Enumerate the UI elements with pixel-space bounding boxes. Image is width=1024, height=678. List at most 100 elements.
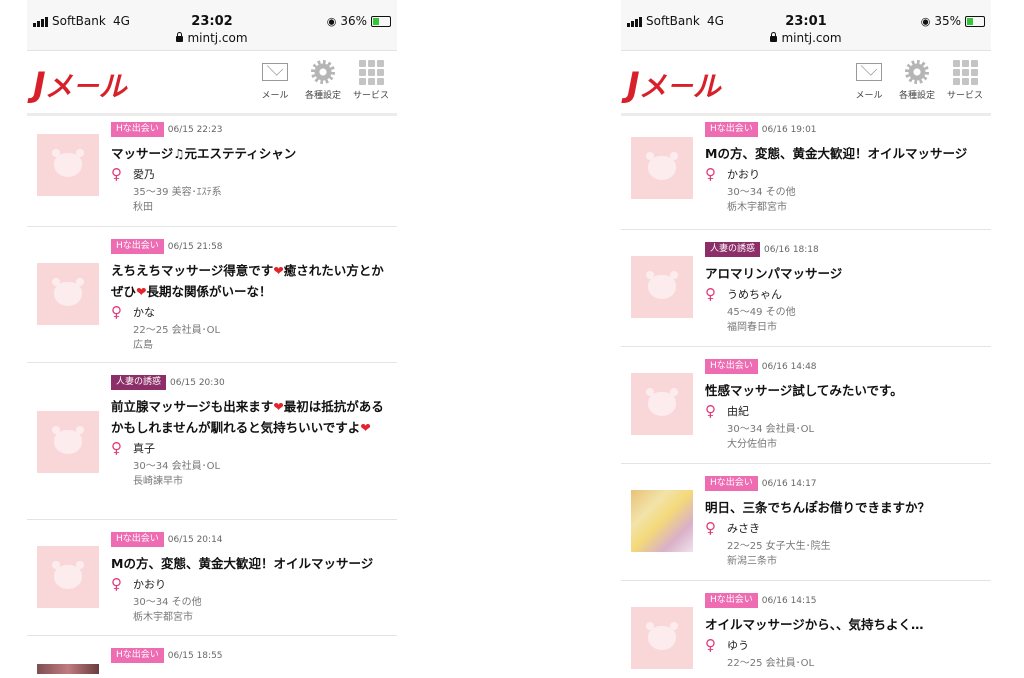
settings-button[interactable]: 各種設定	[897, 59, 937, 101]
female-icon: ♀	[705, 402, 716, 420]
status-bar: SoftBank 4G 23:02 ◉ 36% mintj.com	[27, 0, 397, 51]
status-bar: SoftBank 4G 23:01 ◉ 35% mintj.com	[621, 0, 991, 51]
post-datetime: 06/16 14:17	[761, 478, 817, 489]
mail-icon	[262, 63, 288, 81]
list-item[interactable]: Hな出会い 06/15 21:58 えちえちマッサージ得意です❤癒されたい方とかぜ…	[27, 227, 397, 363]
list-item[interactable]: 人妻の誘惑 06/15 20:30 前立腺マッサージも出来ます❤最初は抵抗があるか…	[27, 363, 397, 520]
female-icon: ♀	[111, 165, 122, 183]
user-name: うめちゃん	[727, 288, 782, 301]
user-location: 大分佐伯市	[727, 439, 777, 450]
category-badge: 人妻の誘惑	[111, 375, 167, 390]
post-title: 性感マッサージ試してみたいです。	[705, 383, 903, 398]
post-datetime: 06/16 14:15	[761, 595, 817, 606]
grid-icon	[952, 59, 978, 85]
post-list: Hな出会い 06/16 19:01 Mの方、変態、黄金大歓迎！オイルマッサージ ♀…	[621, 116, 991, 678]
post-list: Hな出会い 06/15 22:23 マッサージ♫元エステティシャン ♀ 愛乃 35〜3…	[27, 116, 397, 678]
avatar[interactable]	[631, 490, 693, 552]
lock-icon	[176, 31, 184, 42]
avatar[interactable]	[37, 546, 99, 608]
user-location: 福岡春日市	[727, 322, 777, 333]
user-age-job: 22〜25 女子大生･院生	[727, 541, 831, 552]
jmail-logo[interactable]: Jメ－ル	[33, 65, 127, 105]
female-icon: ♀	[705, 519, 716, 537]
battery-percent: 36%	[340, 14, 367, 28]
post-title: アロマリンパマッサージ	[705, 266, 843, 281]
user-age-job: 30〜34 会社員･OL	[133, 461, 221, 472]
female-icon: ♀	[111, 439, 122, 457]
post-title: 明日、三条でちんぽお借りできますか？	[705, 500, 931, 515]
service-label: サービス	[352, 91, 389, 101]
user-name: 愛乃	[133, 168, 155, 181]
post-title: 前立腺マッサージも出来ます❤最初は抵抗があるかもしれませんが馴れると気持ちいいで…	[111, 399, 384, 435]
list-item[interactable]: Hな出会い 06/15 20:14 Mの方、変態、黄金大歓迎！オイルマッサージ ♀…	[27, 520, 397, 636]
user-location: 長崎諫早市	[133, 476, 183, 487]
user-age-job: 35〜39 美容･ｴｽﾃ系	[133, 187, 222, 198]
avatar[interactable]	[631, 373, 693, 435]
service-button[interactable]: サービス	[945, 59, 985, 101]
service-button[interactable]: サービス	[351, 59, 391, 101]
avatar[interactable]	[37, 411, 99, 473]
left-phone-screen: SoftBank 4G 23:02 ◉ 36% mintj.com Jメ－ル メ…	[27, 0, 397, 678]
address-bar[interactable]: mintj.com	[27, 31, 397, 45]
user-age-job: 30〜34 その他	[727, 187, 796, 198]
category-badge: Hな出会い	[111, 239, 164, 254]
list-item[interactable]: Hな出会い 06/16 19:01 Mの方、変態、黄金大歓迎！オイルマッサージ ♀…	[621, 116, 991, 230]
user-age-job: 30〜34 その他	[133, 597, 202, 608]
battery-percent: 35%	[934, 14, 961, 28]
avatar[interactable]	[631, 137, 693, 199]
user-name: かおり	[727, 168, 760, 181]
list-item[interactable]: 人妻の誘惑 06/16 18:18 アロマリンパマッサージ ♀ うめちゃん 45〜49…	[621, 230, 991, 347]
rotation-lock-icon: ◉	[326, 14, 337, 28]
category-badge: Hな出会い	[705, 593, 758, 608]
user-location: 広島	[133, 340, 153, 351]
rotation-lock-icon: ◉	[920, 14, 931, 28]
heart-icon: ❤	[273, 399, 284, 414]
address-bar[interactable]: mintj.com	[621, 31, 991, 45]
user-name: 由紀	[727, 405, 749, 418]
settings-button[interactable]: 各種設定	[303, 59, 343, 101]
list-item[interactable]: Hな出会い 06/16 14:48 性感マッサージ試してみたいです。 ♀ 由紀 30〜…	[621, 347, 991, 464]
avatar[interactable]	[631, 256, 693, 318]
user-age-job: 22〜25 会社員･OL	[133, 325, 221, 336]
mail-label: メール	[261, 91, 289, 101]
post-datetime: 06/16 18:18	[764, 244, 819, 255]
post-datetime: 06/16 14:48	[761, 361, 817, 372]
user-name: かな	[133, 306, 155, 319]
mail-button[interactable]: メール	[255, 59, 295, 101]
gear-icon	[311, 60, 335, 84]
avatar[interactable]	[37, 134, 99, 196]
user-age-job: 30〜34 会社員･OL	[727, 424, 815, 435]
mail-button[interactable]: メール	[849, 59, 889, 101]
user-location: 新潟三条市	[727, 556, 777, 567]
category-badge: 人妻の誘惑	[705, 242, 761, 257]
avatar[interactable]	[631, 607, 693, 669]
post-datetime: 06/15 20:14	[167, 534, 223, 545]
list-item[interactable]: Hな出会い 06/16 14:17 明日、三条でちんぽお借りできますか？ ♀ みさき…	[621, 464, 991, 581]
app-header: Jメ－ル メール 各種設定 サービス	[621, 51, 991, 116]
female-icon: ♀	[111, 575, 122, 593]
settings-label: 各種設定	[898, 91, 935, 101]
list-item[interactable]: Hな出会い 06/16 14:15 オイルマッサージから、、気持ちよく… ♀ ゆう 2…	[621, 581, 991, 678]
user-name: 真子	[133, 442, 155, 455]
category-badge: Hな出会い	[111, 532, 164, 547]
jmail-logo[interactable]: Jメ－ル	[627, 65, 721, 105]
user-age-job: 22〜25 会社員･OL	[727, 658, 815, 669]
post-title: Mの方、変態、黄金大歓迎！オイルマッサージ	[111, 556, 374, 571]
url-text: mintj.com	[781, 31, 842, 45]
url-text: mintj.com	[187, 31, 248, 45]
post-datetime: 06/16 19:01	[761, 124, 817, 135]
user-location: 栃木宇都宮市	[727, 202, 787, 213]
avatar[interactable]	[37, 263, 99, 325]
user-location: 秋田	[133, 202, 153, 213]
post-title: オイルマッサージから、、気持ちよく…	[705, 617, 924, 632]
female-icon: ♀	[705, 165, 716, 183]
post-title: えちえちマッサージ得意です❤癒されたい方とかぜひ❤長期な関係がいーな！	[111, 263, 384, 299]
female-icon: ♀	[705, 636, 716, 654]
post-datetime: 06/15 21:58	[167, 241, 223, 252]
post-datetime: 06/15 18:55	[167, 650, 223, 661]
avatar[interactable]	[37, 664, 99, 674]
post-datetime: 06/15 20:30	[170, 377, 225, 388]
list-item[interactable]: Hな出会い 06/15 18:55	[27, 636, 397, 678]
list-item[interactable]: Hな出会い 06/15 22:23 マッサージ♫元エステティシャン ♀ 愛乃 35〜3…	[27, 116, 397, 227]
category-badge: Hな出会い	[705, 122, 758, 137]
